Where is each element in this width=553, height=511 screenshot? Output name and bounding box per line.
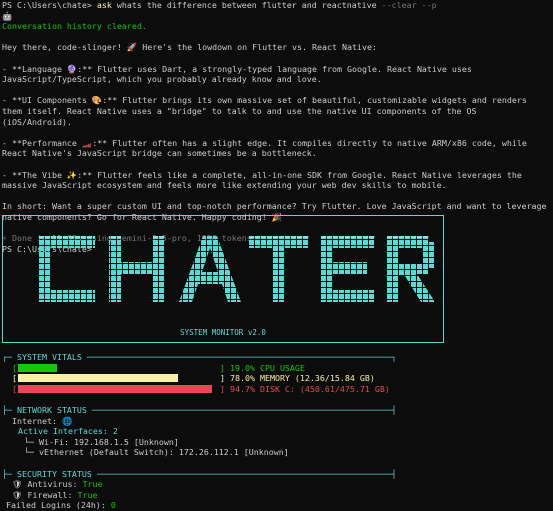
response-intro: Hey there, code-slinger! 🚀 Here's the lo… (2, 42, 377, 53)
vethernet-interface: └─ vEthernet (Default Switch): 172.26.11… (24, 447, 289, 458)
command-line: PS C:\Users\chate> ask whats the differe… (2, 0, 551, 11)
failed-logins: Failed Logins (24h): 0 (6, 500, 116, 511)
cpu-label: ] 19.0% CPU USAGE (220, 362, 305, 373)
banner-subtitle: SYSTEM MONITOR v2.0 (180, 328, 266, 337)
memory-row: [ ] 78.0% MEMORY (12.36/15.84 GB) (12, 373, 375, 384)
firewall-value: True (77, 489, 98, 500)
vitals-header: ┌─ SYSTEM VITALS ───────────────────────… (2, 352, 397, 362)
internet-status: Internet: 🌐 (12, 415, 73, 426)
active-interfaces: Active Interfaces: 2 (18, 426, 118, 437)
chater-banner: SYSTEM MONITOR v2.0 (2, 215, 444, 343)
disk-row: [ ] 94.7% DISK C: (450.61/475.71 GB) (12, 383, 390, 394)
disk-label: ] 94.7% DISK C: (450.61/475.71 GB) (220, 383, 390, 394)
bot-emoji: 🤖 (2, 10, 13, 21)
antivirus-status: 🛡 Antivirus: True (12, 479, 103, 490)
command-flags: --clear --p (381, 0, 437, 10)
command-question: whats the difference between flutter and… (116, 0, 377, 10)
wifi-interface: └─ Wi-Fi: 192.168.1.5 [Unknown] (24, 436, 179, 447)
response-vibe: - **The Vibe ✨:** Flutter feels like a c… (2, 169, 527, 191)
cpu-bar (18, 363, 223, 372)
antivirus-value: True (82, 479, 103, 490)
cleared-message: Conversation history cleared. (2, 21, 147, 32)
prompt: PS C:\Users\chate> (2, 0, 92, 10)
response-performance: - **Performance 🏎️:** Flutter often has … (2, 137, 532, 159)
memory-bar (18, 374, 223, 383)
network-header: ├─ NETWORK STATUS ──────────────────────… (2, 404, 397, 415)
chater-logo (39, 236, 435, 302)
disk-bar (18, 384, 223, 393)
memory-label: ] 78.0% MEMORY (12.36/15.84 GB) (220, 373, 375, 384)
memory-bar-fill (18, 374, 178, 383)
security-header: ├─ SECURITY STATUS ─────────────────────… (2, 468, 397, 479)
response-language: - **Language 🔮:** Flutter uses Dart, a s… (2, 63, 477, 85)
command-name: ask (96, 0, 112, 10)
disk-bar-fill (18, 384, 213, 393)
failed-logins-value: 0 (110, 500, 116, 511)
response-ui: - **UI Components 🎨:** Flutter brings it… (2, 95, 532, 127)
cpu-row: [ ] 19.0% CPU USAGE (12, 362, 305, 373)
firewall-status: 🛡 Firewall: True (12, 489, 98, 500)
cpu-bar-fill (18, 363, 57, 372)
system-vitals-section: ┌─ SYSTEM VITALS ───────────────────────… (2, 352, 551, 511)
